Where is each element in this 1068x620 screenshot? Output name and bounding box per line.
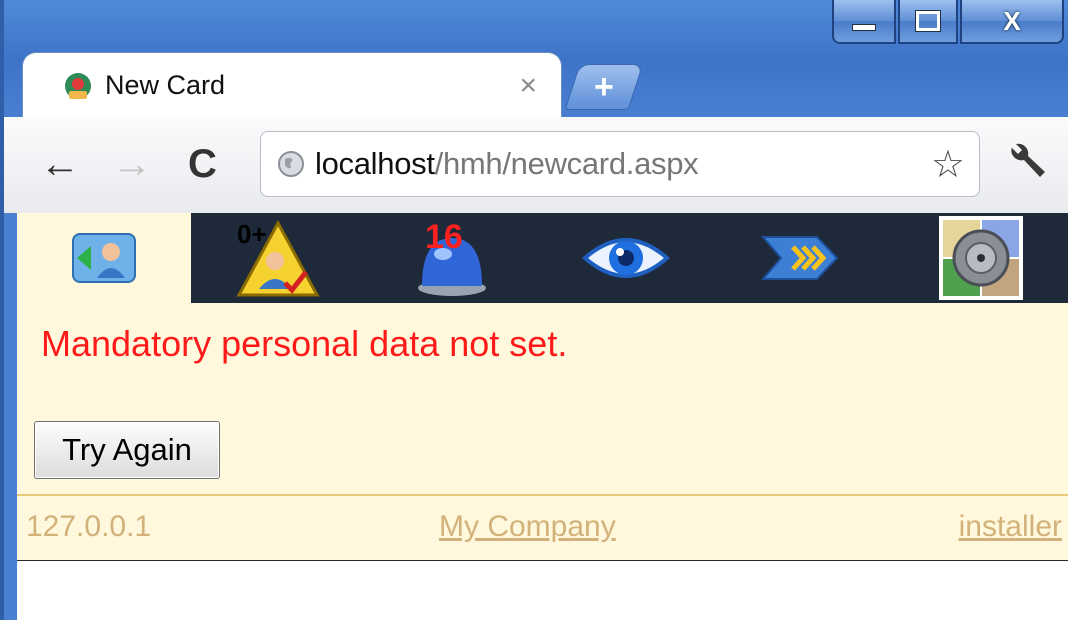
footer-user-link[interactable]: installer bbox=[959, 510, 1062, 544]
minimize-button[interactable] bbox=[832, 0, 896, 44]
browser-toolbar: ← → C localhost/hmh/newcard.aspx ☆ bbox=[4, 117, 1068, 213]
globe-icon bbox=[278, 151, 304, 177]
nav-item-card[interactable] bbox=[17, 213, 191, 303]
page-content: 0+ 16 Mandatory personal data not set. T… bbox=[17, 213, 1068, 620]
back-button[interactable]: ← bbox=[40, 139, 80, 189]
close-window-button[interactable]: X bbox=[960, 0, 1064, 44]
tab-close-icon[interactable]: × bbox=[519, 69, 537, 103]
footer-ip-address: 127.0.0.1 bbox=[26, 510, 152, 543]
url-path: /hmh/newcard.aspx bbox=[434, 146, 699, 181]
eye-icon bbox=[581, 238, 671, 278]
badge-zero-plus: 0+ bbox=[237, 219, 267, 249]
wrench-icon[interactable] bbox=[1000, 137, 1052, 189]
close-icon: X bbox=[1003, 5, 1021, 36]
warning-user-icon: 0+ bbox=[236, 219, 320, 297]
app-navbar: 0+ 16 bbox=[17, 213, 1068, 303]
bookmark-star-icon[interactable]: ☆ bbox=[931, 142, 965, 187]
page-footer: 127.0.0.1 My Company installer bbox=[17, 494, 1068, 562]
alarm-count-badge: 16 bbox=[425, 218, 463, 256]
contact-card-icon bbox=[72, 233, 136, 283]
settings-tile-icon bbox=[939, 216, 1023, 300]
forward-arrows-icon bbox=[760, 236, 839, 280]
minimize-icon bbox=[852, 23, 876, 31]
url-host: localhost bbox=[315, 146, 435, 181]
nav-item-alarms[interactable]: 16 bbox=[365, 213, 539, 303]
footer-company-link[interactable]: My Company bbox=[439, 510, 616, 544]
nav-item-view[interactable] bbox=[539, 213, 713, 303]
try-again-button[interactable]: Try Again bbox=[34, 421, 220, 479]
nav-item-user-warning[interactable]: 0+ bbox=[191, 213, 365, 303]
window-controls: X bbox=[830, 0, 1064, 50]
nav-item-forward[interactable] bbox=[713, 213, 887, 303]
forward-button[interactable]: → bbox=[112, 139, 152, 189]
browser-tab[interactable]: New Card × bbox=[22, 52, 562, 118]
maximize-icon bbox=[915, 10, 941, 32]
url-text: localhost/hmh/newcard.aspx bbox=[315, 146, 931, 182]
error-message: Mandatory personal data not set. bbox=[41, 323, 568, 364]
blue-alarm-icon: 16 bbox=[418, 218, 486, 296]
nav-item-settings[interactable] bbox=[894, 213, 1068, 303]
tab-title: New Card bbox=[105, 70, 226, 100]
blank-area bbox=[17, 561, 1068, 620]
plus-icon: + bbox=[594, 68, 614, 106]
favicon-icon bbox=[65, 72, 91, 99]
address-bar[interactable]: localhost/hmh/newcard.aspx ☆ bbox=[260, 131, 980, 197]
reload-button[interactable]: C bbox=[188, 139, 217, 189]
maximize-button[interactable] bbox=[898, 0, 958, 44]
